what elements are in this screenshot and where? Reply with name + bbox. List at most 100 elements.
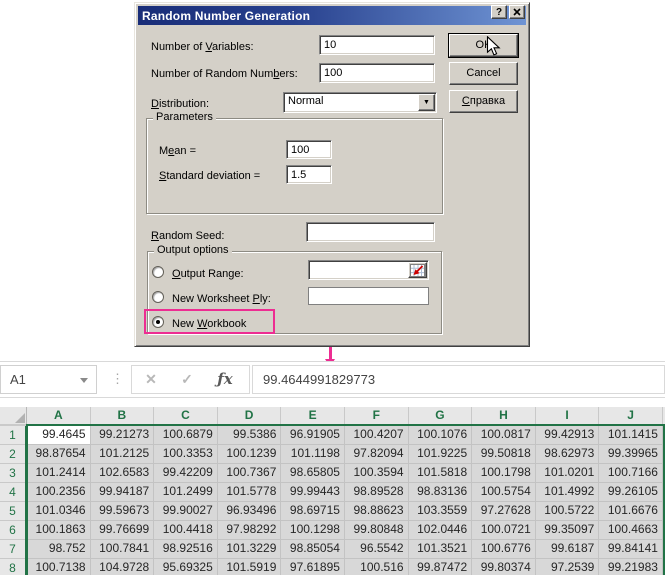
column-header-J[interactable]: J [599,407,663,424]
cell-E6[interactable]: 100.1298 [281,521,345,540]
new-worksheet-ply-radio[interactable] [152,291,164,303]
cell-H1[interactable]: 100.0817 [472,426,536,445]
insert-function-icon[interactable]: ƒx [212,366,238,393]
cell-I8[interactable]: 97.2539 [535,559,600,575]
cell-J5[interactable]: 101.6676 [599,502,663,521]
cell-F5[interactable]: 98.88623 [344,502,409,521]
cell-H2[interactable]: 99.50818 [472,445,536,464]
cell-E3[interactable]: 98.65805 [281,464,345,483]
select-all-corner[interactable] [0,407,27,426]
row-header-8[interactable]: 8 [0,559,25,575]
cell-B8[interactable]: 104.9728 [90,559,155,575]
dialog-close-button[interactable] [509,5,525,19]
cell-D4[interactable]: 101.5778 [217,483,282,502]
column-header-A[interactable]: A [27,407,91,424]
mean-input[interactable] [286,140,332,159]
cell-D3[interactable]: 100.7367 [217,464,282,483]
row-header-6[interactable]: 6 [0,521,25,540]
cell-G5[interactable]: 103.3559 [408,502,473,521]
cell-I2[interactable]: 98.62973 [535,445,600,464]
column-header-C[interactable]: C [154,407,218,424]
cell-A2[interactable]: 98.87654 [27,445,91,464]
column-header-B[interactable]: B [91,407,155,424]
cell-I5[interactable]: 100.5722 [535,502,600,521]
column-header-E[interactable]: E [281,407,345,424]
output-range-input[interactable] [308,260,429,280]
cell-H4[interactable]: 100.5754 [472,483,536,502]
cell-C7[interactable]: 98.92516 [154,540,218,559]
random-seed-input[interactable] [306,222,435,242]
cell-F2[interactable]: 97.82094 [344,445,409,464]
cell-G4[interactable]: 98.83136 [408,483,473,502]
number-of-random-numbers-input[interactable] [319,63,435,83]
cell-I3[interactable]: 101.0201 [535,464,600,483]
row-header-5[interactable]: 5 [0,502,25,521]
cell-B5[interactable]: 99.59673 [90,502,155,521]
cell-H7[interactable]: 100.6776 [472,540,536,559]
cell-D2[interactable]: 100.1239 [217,445,282,464]
cell-E2[interactable]: 101.1198 [281,445,345,464]
cell-D6[interactable]: 97.98292 [217,521,282,540]
cell-C8[interactable]: 95.69325 [154,559,218,575]
cell-D7[interactable]: 101.3229 [217,540,282,559]
name-box-dropdown-icon[interactable] [80,378,88,383]
name-box[interactable]: A1 [0,365,97,394]
row-header-1[interactable]: 1 [0,426,25,445]
cell-F1[interactable]: 100.4207 [344,426,409,445]
cell-C6[interactable]: 100.4418 [154,521,218,540]
column-header-I[interactable]: I [536,407,600,424]
new-workbook-radio[interactable] [152,316,164,328]
help-button[interactable]: Справка [449,90,518,113]
cell-J7[interactable]: 99.84141 [599,540,663,559]
cell-B4[interactable]: 99.94187 [90,483,155,502]
cell-C4[interactable]: 101.2499 [154,483,218,502]
cell-G2[interactable]: 101.9225 [408,445,473,464]
cell-B2[interactable]: 101.2125 [90,445,155,464]
cell-E4[interactable]: 99.99443 [281,483,345,502]
row-header-4[interactable]: 4 [0,483,25,502]
cell-B3[interactable]: 102.6583 [90,464,155,483]
cell-F3[interactable]: 100.3594 [344,464,409,483]
new-worksheet-ply-input[interactable] [308,287,429,305]
cell-C2[interactable]: 100.3353 [154,445,218,464]
cell-I7[interactable]: 99.6187 [535,540,600,559]
cell-A6[interactable]: 100.1863 [27,521,91,540]
column-header-D[interactable]: D [218,407,282,424]
row-header-2[interactable]: 2 [0,445,25,464]
cell-E5[interactable]: 98.69715 [281,502,345,521]
range-selector-button[interactable] [408,262,427,278]
row-header-3[interactable]: 3 [0,464,25,483]
cell-F6[interactable]: 99.80848 [344,521,409,540]
cell-J2[interactable]: 99.39965 [599,445,663,464]
number-of-variables-input[interactable] [319,35,435,55]
cell-E1[interactable]: 96.91905 [281,426,345,445]
cell-I6[interactable]: 99.35097 [535,521,600,540]
column-header-F[interactable]: F [345,407,409,424]
cell-H6[interactable]: 100.0721 [472,521,536,540]
enter-entry-icon[interactable]: ✓ [174,366,200,393]
cell-J8[interactable]: 99.21983 [599,559,663,575]
ok-button[interactable]: OK [449,34,518,57]
cell-C3[interactable]: 99.42209 [154,464,218,483]
cell-D5[interactable]: 96.93496 [217,502,282,521]
cell-B7[interactable]: 100.7841 [90,540,155,559]
cell-H3[interactable]: 100.1798 [472,464,536,483]
cell-F8[interactable]: 100.516 [344,559,409,575]
cell-C5[interactable]: 99.90027 [154,502,218,521]
cell-A8[interactable]: 100.7138 [27,559,91,575]
cell-E8[interactable]: 97.61895 [281,559,345,575]
column-header-H[interactable]: H [472,407,536,424]
cell-G3[interactable]: 101.5818 [408,464,473,483]
cell-J1[interactable]: 101.1415 [599,426,663,445]
cell-G8[interactable]: 99.87472 [408,559,473,575]
cell-D8[interactable]: 101.5919 [217,559,282,575]
cell-J6[interactable]: 100.4663 [599,521,663,540]
cell-A3[interactable]: 101.2414 [27,464,91,483]
cell-F7[interactable]: 96.5542 [344,540,409,559]
cell-C1[interactable]: 100.6879 [154,426,218,445]
cell-D1[interactable]: 99.5386 [217,426,282,445]
dropdown-button[interactable]: ▼ [418,94,435,111]
cell-H5[interactable]: 97.27628 [472,502,536,521]
distribution-select[interactable]: Normal ▼ [283,92,437,113]
dialog-help-button[interactable]: ? [491,5,507,19]
